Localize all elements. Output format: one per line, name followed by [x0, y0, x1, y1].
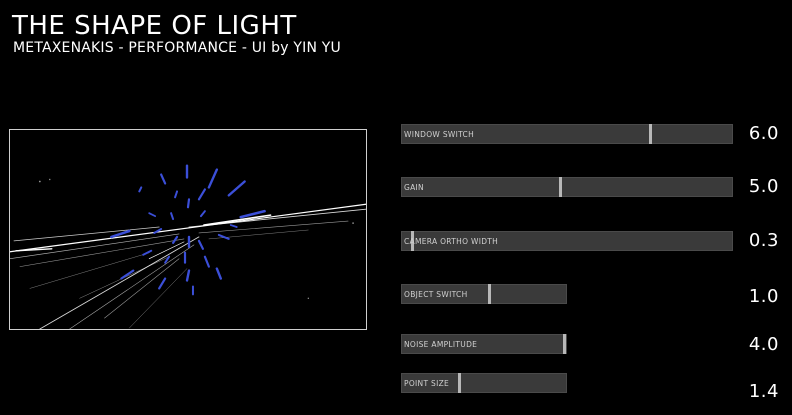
point-size-value: 1.4 [748, 381, 779, 402]
particle [229, 224, 238, 228]
slider-label: CAMERA ORTHO WIDTH [404, 237, 499, 246]
window-switch-slider[interactable]: WINDOW SWITCH [401, 124, 733, 144]
light-streak [10, 233, 180, 260]
point-size-slider[interactable]: POINT SIZE [401, 373, 567, 393]
gain-slider[interactable]: GAIN [401, 177, 733, 197]
light-streak [19, 238, 185, 267]
app-subtitle: METAXENAKIS - PERFORMANCE - UI by YIN YU [13, 40, 341, 56]
light-streak [188, 208, 366, 228]
particle [158, 277, 167, 290]
slider-label: OBJECT SWITCH [404, 290, 468, 299]
light-streak [148, 241, 185, 260]
window-switch-value: 6.0 [748, 123, 779, 144]
slider-label: POINT SIZE [404, 379, 450, 388]
slider-label: WINDOW SWITCH [404, 130, 475, 139]
light-streak [15, 248, 53, 252]
slider-label: GAIN [404, 183, 424, 192]
particle [142, 249, 153, 256]
object-switch-slider[interactable]: OBJECT SWITCH [401, 284, 567, 304]
slider-handle[interactable] [411, 231, 414, 251]
light-streak [129, 268, 188, 329]
slider-handle[interactable] [563, 334, 566, 354]
slider-handle[interactable] [559, 177, 562, 197]
camera-ortho-width-slider[interactable]: CAMERA ORTHO WIDTH [401, 231, 733, 251]
particle [185, 269, 191, 282]
particle [215, 267, 223, 280]
camera-ortho-width-value: 0.3 [748, 230, 779, 251]
object-switch-value: 1.0 [748, 286, 779, 307]
light-streak [13, 226, 160, 242]
particle [197, 239, 205, 250]
particle-field [110, 164, 266, 296]
particle [170, 212, 175, 221]
speck [352, 222, 354, 224]
noise-amplitude-value: 4.0 [748, 334, 779, 355]
light-streak [69, 244, 195, 329]
particle [120, 269, 135, 280]
slider-handle[interactable] [488, 284, 491, 304]
particle [217, 233, 230, 240]
slider-label: NOISE AMPLITUDE [404, 340, 478, 349]
particle [199, 210, 206, 218]
particle [207, 168, 219, 189]
particle [174, 190, 179, 199]
gain-value: 5.0 [748, 176, 779, 197]
particle [227, 180, 246, 197]
speck [38, 180, 41, 183]
light-streaks [10, 203, 366, 329]
light-streak [29, 252, 150, 289]
slider-handle[interactable] [649, 124, 652, 144]
noise-amplitude-slider[interactable]: NOISE AMPLITUDE [401, 334, 567, 354]
particle [203, 255, 210, 268]
particle [197, 188, 206, 201]
speck [49, 178, 51, 181]
speck [307, 297, 310, 300]
particle [138, 186, 143, 193]
particle [160, 173, 167, 185]
slider-handle[interactable] [458, 373, 461, 393]
render-canvas [10, 164, 366, 329]
particle [148, 212, 157, 218]
app-title: THE SHAPE OF LIGHT [12, 11, 297, 41]
render-viewport[interactable] [9, 129, 367, 330]
particle [186, 198, 191, 209]
